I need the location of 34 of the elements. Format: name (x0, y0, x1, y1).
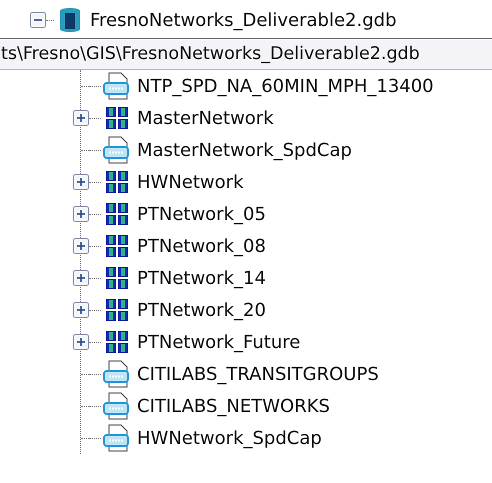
network-dataset-icon (103, 200, 131, 228)
network-dataset-icon (103, 296, 131, 324)
tree-item[interactable]: PTNetwork_14 (137, 268, 266, 288)
tree-item[interactable]: CITILABS_NETWORKS (137, 396, 330, 416)
expand-icon[interactable] (73, 238, 89, 254)
expand-icon[interactable] (73, 206, 89, 222)
tree-item[interactable]: CITILABS_TRANSITGROUPS (137, 364, 379, 384)
tree-item[interactable]: MasterNetwork_SpdCap (137, 140, 352, 160)
tree-item[interactable]: NTP_SPD_NA_60MIN_MPH_13400 (137, 76, 434, 96)
network-dataset-icon (103, 232, 131, 260)
expand-icon[interactable] (73, 174, 89, 190)
path-tooltip: ts\Fresno\GIS\FresnoNetworks_Deliverable2.gdb (0, 38, 492, 70)
collapse-icon[interactable] (30, 12, 46, 28)
tree-item[interactable]: HWNetwork_SpdCap (137, 428, 322, 448)
table-icon (103, 72, 131, 100)
table-icon (103, 136, 131, 164)
network-dataset-icon (103, 264, 131, 292)
table-icon (103, 360, 131, 388)
expand-icon[interactable] (73, 110, 89, 126)
expand-icon[interactable] (73, 334, 89, 350)
tree-item[interactable]: HWNetwork (137, 172, 244, 192)
tree-item[interactable]: PTNetwork_20 (137, 300, 266, 320)
tree-item[interactable]: PTNetwork_Future (137, 332, 300, 352)
tree-item[interactable]: PTNetwork_05 (137, 204, 266, 224)
tree-item[interactable]: MasterNetwork (137, 108, 274, 128)
table-icon (103, 424, 131, 452)
expand-icon[interactable] (73, 270, 89, 286)
tree-item[interactable]: PTNetwork_08 (137, 236, 266, 256)
table-icon (103, 392, 131, 420)
network-dataset-icon (103, 328, 131, 356)
network-dataset-icon (103, 104, 131, 132)
expand-icon[interactable] (73, 302, 89, 318)
network-dataset-icon (103, 168, 131, 196)
tree-item[interactable]: FresnoNetworks_Deliverable2.gdb (90, 10, 397, 30)
